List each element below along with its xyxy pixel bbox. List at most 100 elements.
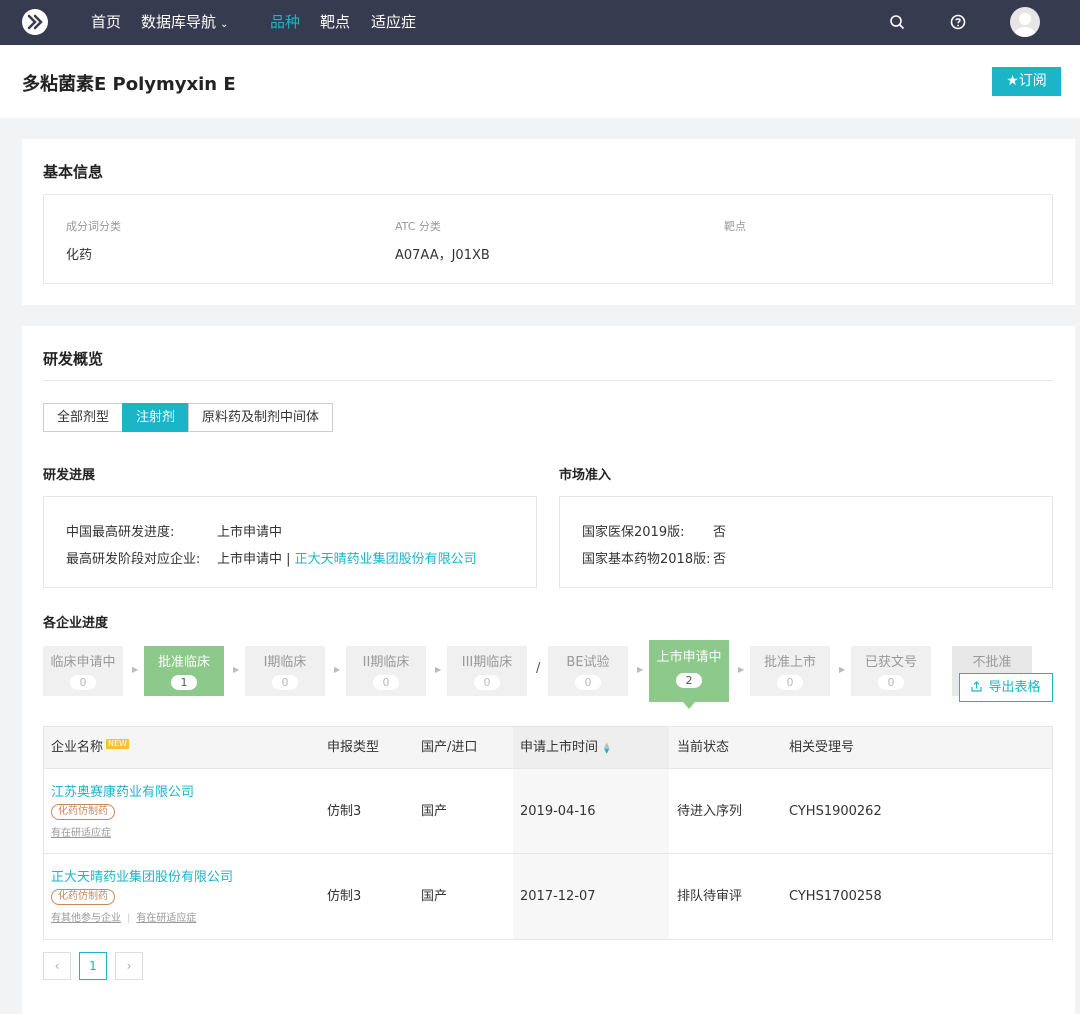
company-link[interactable]: 江苏奥赛康药业有限公司 bbox=[51, 781, 194, 800]
link-divider: | bbox=[127, 913, 131, 924]
company-table: 企业名称 NEW 申报类型 国产/进口 申请上市时间 ▲ ▼ 当前状态 相关受理号 江… bbox=[43, 726, 1053, 940]
stage-market-application[interactable]: 上市申请中 2 bbox=[649, 640, 729, 709]
stage-count: 0 bbox=[878, 675, 904, 690]
stage-name: 批准上市 bbox=[763, 655, 816, 670]
stage-count: 1 bbox=[171, 675, 197, 690]
progress-title: 研发进展 bbox=[43, 468, 96, 483]
chevron-right-icon: ▶ bbox=[637, 665, 644, 674]
indication-link[interactable]: 有在研适应症 bbox=[51, 828, 111, 839]
help-icon[interactable] bbox=[948, 12, 968, 32]
stage-approval-number[interactable]: 已获文号 0 bbox=[851, 646, 931, 696]
company-link[interactable]: 正大天晴药业集团股份有限公司 bbox=[51, 866, 233, 885]
chevron-right-icon: ▶ bbox=[738, 665, 745, 674]
cell-origin: 国产 bbox=[421, 889, 448, 904]
nav-variety[interactable]: 品种 bbox=[270, 0, 300, 45]
logo[interactable] bbox=[22, 9, 48, 35]
info-col-category: 成分词分类 化药 bbox=[66, 218, 121, 263]
chevron-right-icon: ▶ bbox=[839, 665, 846, 674]
stage-be-trial[interactable]: BE试验 0 bbox=[548, 646, 628, 696]
market-label: 国家基本药物2018版: bbox=[582, 552, 711, 567]
stage-count: 0 bbox=[272, 675, 298, 690]
tab-api-intermediate[interactable]: 原料药及制剂中间体 bbox=[188, 403, 334, 432]
th-date[interactable]: 申请上市时间 ▲ ▼ bbox=[520, 727, 609, 769]
info-col-atc: ATC 分类 A07AA，J01XB bbox=[395, 218, 490, 263]
stage-name: 不批准 bbox=[972, 655, 1012, 670]
subscribe-button[interactable]: ★订阅 bbox=[992, 67, 1061, 96]
new-badge: NEW bbox=[106, 739, 129, 749]
indication-link[interactable]: 有在研适应症 bbox=[136, 913, 196, 924]
dev-overview-title: 研发概览 bbox=[43, 350, 104, 368]
stage-name: BE试验 bbox=[566, 655, 610, 670]
chevron-right-icon: ▶ bbox=[435, 665, 442, 674]
avatar[interactable] bbox=[1010, 7, 1040, 37]
info-value: 化药 bbox=[66, 248, 93, 263]
info-label: ATC 分类 bbox=[395, 220, 441, 233]
stage-name: 上市申请中 bbox=[656, 650, 722, 665]
dosage-tabs: 全部剂型 注射剂 原料药及制剂中间体 bbox=[43, 403, 334, 432]
table-row: 江苏奥赛康药业有限公司 化药仿制药 有在研适应症 仿制3 国产 2019-04-… bbox=[44, 769, 1052, 854]
search-icon[interactable] bbox=[887, 12, 907, 32]
cell-date: 2019-04-16 bbox=[520, 804, 596, 819]
active-pointer bbox=[683, 702, 695, 709]
tab-injection[interactable]: 注射剂 bbox=[122, 403, 190, 432]
next-page-button[interactable]: › bbox=[115, 952, 143, 980]
th-acceptance: 相关受理号 bbox=[789, 740, 855, 755]
stage-name: 批准临床 bbox=[157, 655, 210, 670]
tab-all-dosage[interactable]: 全部剂型 bbox=[43, 403, 124, 432]
stage-phase3[interactable]: III期临床 0 bbox=[447, 646, 527, 696]
nav-target[interactable]: 靶点 bbox=[320, 0, 350, 45]
stage-count: 2 bbox=[676, 673, 702, 688]
market-title: 市场准入 bbox=[559, 468, 612, 483]
page-1-button[interactable]: 1 bbox=[79, 952, 107, 980]
cell-status: 待进入序列 bbox=[677, 804, 743, 819]
progress-value: 上市申请中 bbox=[217, 525, 283, 540]
info-value: A07AA，J01XB bbox=[395, 248, 490, 263]
stage-name: 临床申请中 bbox=[50, 655, 116, 670]
progress-label: 最高研发阶段对应企业: bbox=[66, 552, 201, 567]
divider bbox=[43, 380, 1053, 381]
title-bar: 多粘菌素E Polymyxin E ★订阅 bbox=[0, 45, 1080, 118]
pagination: ‹ 1 › bbox=[43, 952, 151, 980]
stage-count: 0 bbox=[474, 675, 500, 690]
acceptance-link[interactable]: CYHS1900262 bbox=[789, 769, 882, 854]
stage-count: 0 bbox=[70, 675, 96, 690]
chevron-down-icon: ⌄ bbox=[220, 19, 229, 30]
dev-overview-card: 研发概览 全部剂型 注射剂 原料药及制剂中间体 研发进展 市场准入 中国最高研发… bbox=[22, 326, 1075, 1014]
cell-status: 排队待审评 bbox=[677, 889, 743, 904]
basic-info-title: 基本信息 bbox=[43, 163, 104, 181]
stage-count: 0 bbox=[575, 675, 601, 690]
nav-home[interactable]: 首页 bbox=[91, 0, 121, 45]
th-status: 当前状态 bbox=[677, 740, 730, 755]
acceptance-link[interactable]: CYHS1700258 bbox=[789, 854, 882, 939]
stage-clinical-approved[interactable]: 批准临床 1 bbox=[144, 646, 224, 696]
sub-links: 有在研适应症 bbox=[51, 824, 194, 839]
basic-info-card: 基本信息 成分词分类 化药 ATC 分类 A07AA，J01XB 靶点 bbox=[22, 139, 1075, 305]
cell-origin: 国产 bbox=[421, 804, 448, 819]
nav-indication[interactable]: 适应症 bbox=[371, 0, 416, 45]
prev-page-button[interactable]: ‹ bbox=[43, 952, 71, 980]
stage-name: I期临床 bbox=[263, 655, 307, 670]
table-row: 正大天晴药业集团股份有限公司 化药仿制药 有其他参与企业 | 有在研适应症 仿制3 … bbox=[44, 854, 1052, 939]
company-cell: 江苏奥赛康药业有限公司 化药仿制药 有在研适应症 bbox=[51, 781, 194, 839]
stage-phase2[interactable]: II期临床 0 bbox=[346, 646, 426, 696]
th-origin: 国产/进口 bbox=[421, 740, 478, 755]
sort-icon[interactable]: ▲ ▼ bbox=[604, 741, 609, 754]
th-company: 企业名称 NEW bbox=[51, 727, 129, 769]
stage-clinical-application[interactable]: 临床申请中 0 bbox=[43, 646, 123, 696]
page-title: 多粘菌素E Polymyxin E bbox=[22, 74, 236, 95]
user-icon bbox=[1014, 13, 1036, 37]
export-table-button[interactable]: 导出表格 bbox=[959, 673, 1053, 702]
stage-market-approved[interactable]: 批准上市 0 bbox=[750, 646, 830, 696]
company-link[interactable]: 正大天晴药业集团股份有限公司 bbox=[295, 552, 477, 567]
cell-type: 仿制3 bbox=[327, 804, 362, 819]
progress-value: 上市申请中 | 正大天晴药业集团股份有限公司 bbox=[217, 548, 477, 567]
cell-type: 仿制3 bbox=[327, 889, 362, 904]
info-col-target: 靶点 bbox=[724, 218, 746, 244]
export-label: 导出表格 bbox=[988, 680, 1041, 695]
chevron-right-icon: ▶ bbox=[233, 665, 240, 674]
nav-database[interactable]: 数据库导航 ⌄ bbox=[141, 0, 228, 45]
logo-icon bbox=[27, 14, 43, 30]
sub-links: 有其他参与企业 | 有在研适应症 bbox=[51, 909, 233, 924]
stage-phase1[interactable]: I期临床 0 bbox=[245, 646, 325, 696]
other-companies-link[interactable]: 有其他参与企业 bbox=[51, 913, 121, 924]
